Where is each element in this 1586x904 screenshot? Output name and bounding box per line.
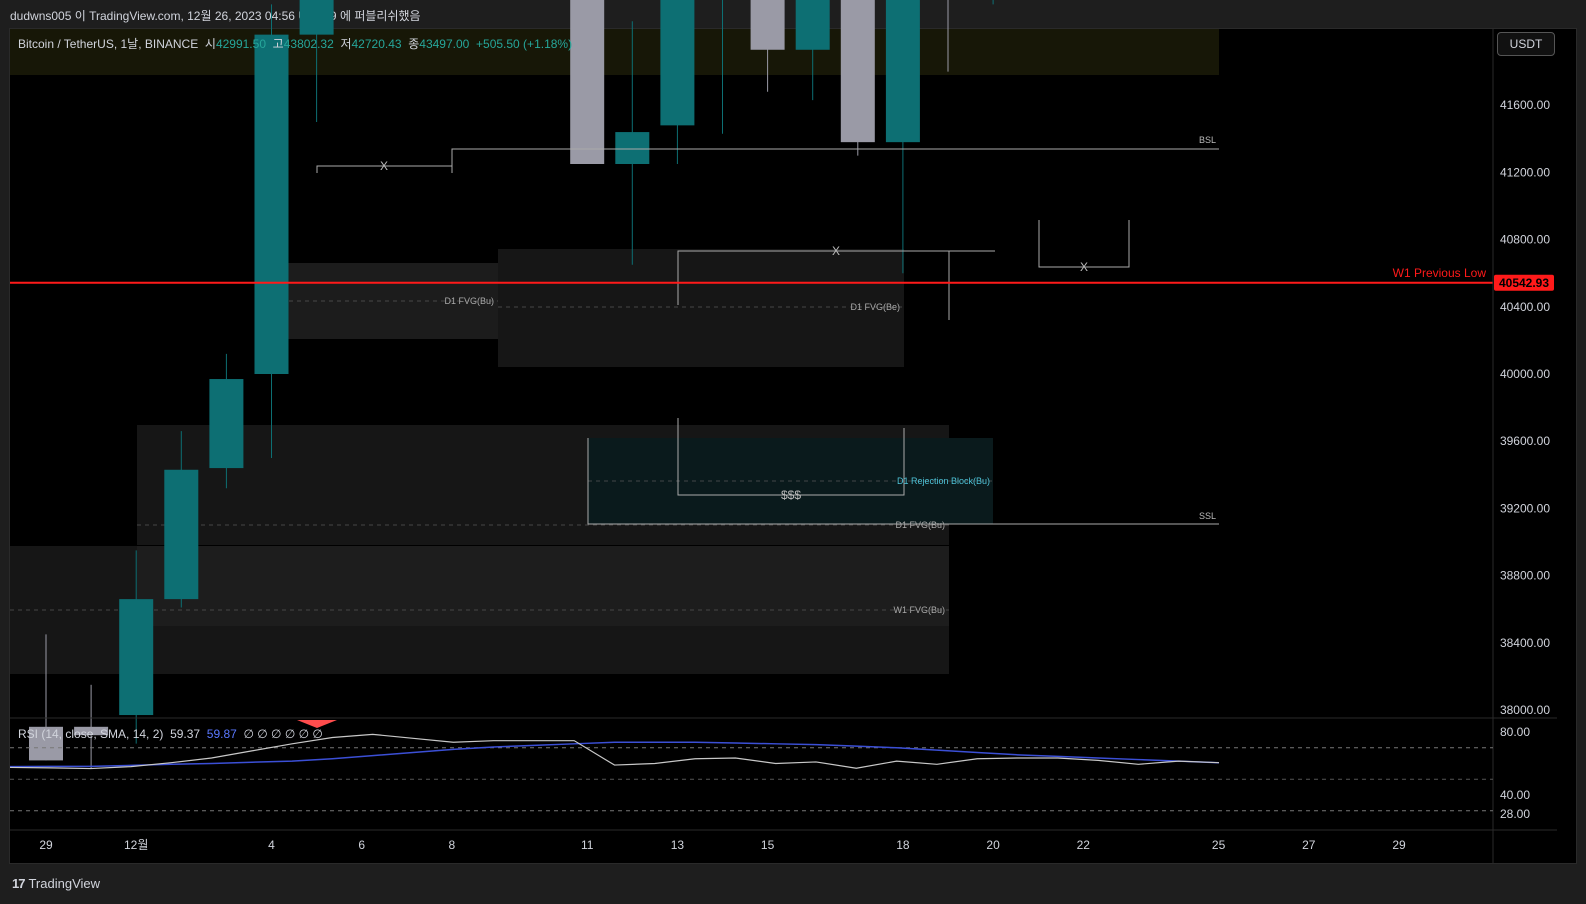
rsi-name[interactable]: RSI (14, close, SMA, 14, 2) [18, 727, 163, 741]
symbol-legend: Bitcoin / TetherUS, 1날, BINANCE 시42991.5… [18, 35, 572, 52]
price-axis-tick: 39200.00 [1500, 501, 1550, 515]
rsi-value: 59.37 [170, 727, 201, 741]
date-axis-tick: 22 [1077, 838, 1091, 852]
fvg-be-label: D1 FVG(Be) [850, 302, 900, 312]
change-value: +505.50 (+1.18%) [476, 37, 573, 51]
candle-body[interactable] [209, 379, 244, 469]
brand-name: TradingView [28, 876, 101, 891]
symbol-name[interactable]: Bitcoin / TetherUS, 1날, BINANCE [18, 37, 198, 51]
close-label: 종 [408, 37, 420, 51]
x-label-2: X [832, 244, 840, 258]
price-axis-tick: 38800.00 [1500, 569, 1550, 583]
rsi-sma-value: 59.87 [206, 727, 237, 741]
date-axis-tick: 25 [1212, 838, 1226, 852]
fvg-bear-zone[interactable] [498, 249, 904, 367]
price-axis-tick: 40000.00 [1500, 367, 1550, 381]
level-price-tag-text: 40542.93 [1499, 276, 1549, 290]
candle-body[interactable] [254, 34, 289, 374]
rsi-axis-tick: 80.00 [1500, 725, 1530, 739]
price-axis-tick: 41200.00 [1500, 165, 1550, 179]
w1-fvg-zone-inner [137, 546, 949, 626]
open-label: 시 [204, 37, 216, 51]
bsl-line[interactable] [451, 148, 1219, 173]
candle-body[interactable] [750, 0, 785, 50]
low-label: 저 [340, 37, 352, 51]
rsi-na-values: ∅ ∅ ∅ ∅ ∅ ∅ [243, 727, 323, 741]
price-axis-tick: 38400.00 [1500, 636, 1550, 650]
date-axis-tick: 8 [449, 838, 456, 852]
candle-body[interactable] [299, 0, 334, 35]
date-axis-tick: 6 [358, 838, 365, 852]
rsi-sma-line[interactable] [9, 741, 1220, 768]
fvg-bu-label-2: D1 FVG(Bu) [895, 520, 945, 530]
date-axis-tick: 29 [39, 838, 53, 852]
date-axis-tick: 11 [581, 838, 594, 852]
date-axis-tick: 13 [671, 838, 685, 852]
candle-body[interactable] [885, 0, 920, 143]
high-label: 고 [272, 37, 284, 51]
rejection-block-label: D1 Rejection Block(Bu) [897, 476, 990, 486]
candle-body[interactable] [660, 0, 695, 126]
candle-body[interactable] [840, 0, 875, 143]
footer-bar: 17 TradingView [0, 864, 1586, 904]
x-label-3: X [1080, 260, 1088, 274]
rsi-legend: RSI (14, close, SMA, 14, 2) 59.37 59.87 … [18, 727, 323, 741]
date-axis-tick: 18 [896, 838, 910, 852]
rsi-axis-tick: 40.00 [1500, 788, 1530, 802]
high-value: 43802.32 [283, 37, 334, 51]
rsi-axis-tick: 28.00 [1500, 807, 1530, 821]
candle-body[interactable] [119, 599, 154, 716]
date-axis-tick: 27 [1302, 838, 1316, 852]
candle-body[interactable] [164, 469, 199, 600]
currency-button[interactable]: USDT [1497, 32, 1555, 56]
price-axis-tick: 41600.00 [1500, 98, 1550, 112]
close-value: 43497.00 [419, 37, 470, 51]
fvg-bu-label-1: D1 FVG(Bu) [444, 296, 494, 306]
candle-body[interactable] [570, 0, 605, 165]
x-label-1: X [380, 159, 388, 173]
date-axis-tick: 12월 [124, 838, 148, 852]
price-axis-tick: 39600.00 [1500, 434, 1550, 448]
sss-label: $$$ [781, 488, 801, 502]
price-axis-tick: 40800.00 [1500, 233, 1550, 247]
candle-body[interactable] [795, 0, 830, 50]
date-axis-tick: 20 [986, 838, 1000, 852]
bsl-label: BSL [1199, 135, 1216, 145]
w1-fvg-label: W1 FVG(Bu) [893, 605, 945, 615]
price-axis-tick: 40400.00 [1500, 300, 1550, 314]
open-value: 42991.50 [215, 37, 266, 51]
tradingview-brand[interactable]: 17 TradingView [12, 876, 100, 891]
chart-canvas[interactable]: X X X $$$ BSL SSL D1 FVG(Bu) D1 FVG(Be) D1 Rejec… [0, 0, 1586, 904]
level-label: W1 Previous Low [1393, 266, 1487, 280]
date-axis-tick: 4 [268, 838, 275, 852]
ssl-label: SSL [1199, 511, 1216, 521]
candle-body[interactable] [615, 132, 650, 164]
price-axis-tick: 38000.00 [1500, 703, 1550, 717]
date-axis-tick: 29 [1392, 838, 1406, 852]
tradingview-logo-icon: 17 [12, 876, 26, 891]
date-axis-tick: 15 [761, 838, 775, 852]
low-value: 42720.43 [351, 37, 402, 51]
